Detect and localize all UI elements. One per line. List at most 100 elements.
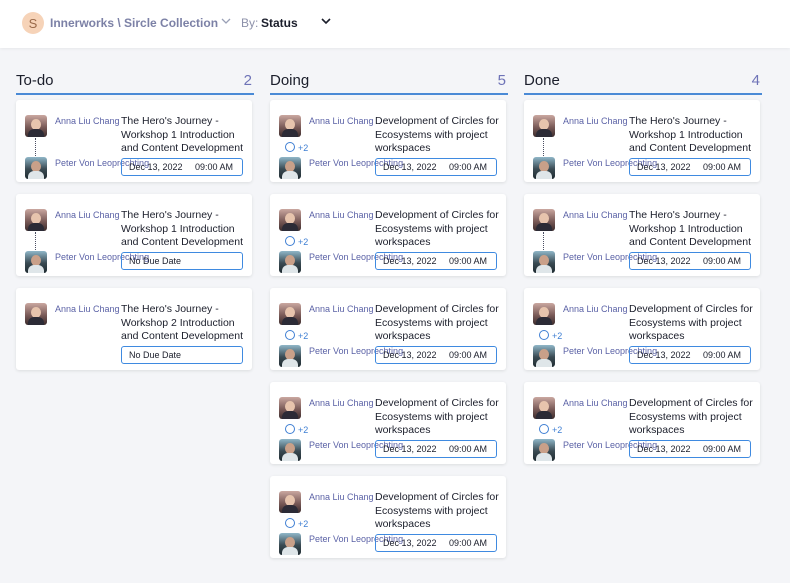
- due-date-field[interactable]: Dec 13, 2022 09:00 AM: [629, 346, 751, 364]
- task-title[interactable]: The Hero's Journey - Workshop 1 Introduc…: [629, 209, 757, 250]
- due-date: Dec 13, 2022: [383, 256, 437, 266]
- column-header: To-do 2: [16, 72, 254, 95]
- more-assignees-count[interactable]: +2: [298, 425, 308, 435]
- assignee-connector: [543, 138, 545, 156]
- task-card[interactable]: Anna Liu Chang +2 Peter Von Leoprechting…: [270, 382, 506, 464]
- more-assignees-icon[interactable]: [285, 142, 295, 152]
- task-card[interactable]: Anna Liu Chang Peter Von Leoprechting Th…: [16, 194, 252, 276]
- task-card[interactable]: Anna Liu Chang +2 Peter Von Leoprechting…: [270, 194, 506, 276]
- column-title: Doing: [270, 72, 310, 89]
- due-date-field[interactable]: Dec 13, 2022 09:00 AM: [375, 440, 497, 458]
- due-date-field[interactable]: No Due Date: [121, 252, 243, 270]
- group-by-select[interactable]: Status: [261, 16, 298, 30]
- task-title[interactable]: The Hero's Journey - Workshop 1 Introduc…: [121, 115, 249, 156]
- task-title[interactable]: Development of Circles for Ecosystems wi…: [375, 491, 503, 532]
- task-title[interactable]: Development of Circles for Ecosystems wi…: [629, 397, 757, 438]
- more-assignees-icon[interactable]: [539, 424, 549, 434]
- column-title: To-do: [16, 72, 54, 89]
- more-assignees-count[interactable]: +2: [552, 425, 562, 435]
- task-card[interactable]: Anna Liu Chang +2 Peter Von Leoprechting…: [270, 476, 506, 558]
- chevron-down-icon[interactable]: [320, 14, 332, 28]
- due-date: Dec 13, 2022: [637, 256, 691, 266]
- task-card[interactable]: Anna Liu Chang The Hero's Journey - Work…: [16, 288, 252, 370]
- assignee-connector: [35, 138, 37, 156]
- more-assignees-icon[interactable]: [285, 518, 295, 528]
- task-card[interactable]: Anna Liu Chang +2 Peter Von Leoprechting…: [524, 288, 760, 370]
- avatar: [25, 157, 47, 179]
- due-date: Dec 13, 2022: [637, 350, 691, 360]
- task-title[interactable]: Development of Circles for Ecosystems wi…: [375, 303, 503, 344]
- due-date: Dec 13, 2022: [129, 162, 183, 172]
- due-time: 09:00 AM: [448, 444, 487, 454]
- due-date-field[interactable]: Dec 13, 2022 09:00 AM: [121, 158, 243, 176]
- owner-name: Anna Liu Chang: [563, 304, 628, 314]
- task-title[interactable]: Development of Circles for Ecosystems wi…: [375, 397, 503, 438]
- more-assignees-icon[interactable]: [285, 330, 295, 340]
- due-date-field[interactable]: No Due Date: [121, 346, 243, 364]
- more-assignees-icon[interactable]: [539, 330, 549, 340]
- due-time: 09:00 AM: [702, 256, 741, 266]
- breadcrumb[interactable]: Innerworks \ Sircle Collection: [50, 16, 218, 30]
- owner-name: Anna Liu Chang: [563, 210, 628, 220]
- task-title[interactable]: The Hero's Journey - Workshop 2 Introduc…: [121, 303, 249, 344]
- due-date-field[interactable]: Dec 13, 2022 09:00 AM: [629, 440, 751, 458]
- due-time: 09:00 AM: [448, 538, 487, 548]
- due-date: Dec 13, 2022: [637, 444, 691, 454]
- more-assignees-count[interactable]: +2: [298, 237, 308, 247]
- column-count: 4: [751, 72, 760, 89]
- due-date-field[interactable]: Dec 13, 2022 09:00 AM: [375, 346, 497, 364]
- due-date-field[interactable]: Dec 13, 2022 09:00 AM: [375, 158, 497, 176]
- task-card[interactable]: Anna Liu Chang Peter Von Leoprechting Th…: [524, 194, 760, 276]
- avatar: [533, 439, 555, 461]
- task-card[interactable]: Anna Liu Chang +2 Peter Von Leoprechting…: [270, 288, 506, 370]
- due-date: Dec 13, 2022: [383, 538, 437, 548]
- column-doing: Doing 5 Anna Liu Chang +2 Peter Von Leop…: [270, 72, 508, 558]
- no-due-date: No Due Date: [129, 256, 182, 266]
- more-assignees-count[interactable]: +2: [552, 331, 562, 341]
- more-assignees-icon[interactable]: [285, 424, 295, 434]
- task-title[interactable]: The Hero's Journey - Workshop 1 Introduc…: [121, 209, 249, 250]
- avatar: [25, 303, 47, 325]
- column-header: Doing 5: [270, 72, 508, 95]
- avatar: [279, 115, 301, 137]
- due-date: Dec 13, 2022: [383, 350, 437, 360]
- avatar: [533, 345, 555, 367]
- avatar: [279, 345, 301, 367]
- task-card[interactable]: Anna Liu Chang Peter Von Leoprechting Th…: [16, 100, 252, 182]
- avatar: [25, 115, 47, 137]
- avatar: [279, 157, 301, 179]
- more-assignees-count[interactable]: +2: [298, 143, 308, 153]
- avatar: [25, 251, 47, 273]
- assignee-connector: [543, 232, 545, 250]
- due-date-field[interactable]: Dec 13, 2022 09:00 AM: [375, 534, 497, 552]
- task-title[interactable]: Development of Circles for Ecosystems wi…: [375, 115, 503, 156]
- avatar: [279, 491, 301, 513]
- task-card[interactable]: Anna Liu Chang +2 Peter Von Leoprechting…: [270, 100, 506, 182]
- more-assignees-count[interactable]: +2: [298, 519, 308, 529]
- due-date-field[interactable]: Dec 13, 2022 09:00 AM: [629, 158, 751, 176]
- no-due-date: No Due Date: [129, 350, 182, 360]
- owner-name: Anna Liu Chang: [309, 398, 374, 408]
- avatar: [279, 209, 301, 231]
- chevron-down-icon[interactable]: [220, 14, 232, 28]
- task-title[interactable]: Development of Circles for Ecosystems wi…: [629, 303, 757, 344]
- owner-name: Anna Liu Chang: [309, 210, 374, 220]
- due-date-field[interactable]: Dec 13, 2022 09:00 AM: [629, 252, 751, 270]
- collection-logo-icon[interactable]: S: [22, 12, 44, 34]
- task-title[interactable]: The Hero's Journey - Workshop 1 Introduc…: [629, 115, 757, 156]
- due-date: Dec 13, 2022: [383, 444, 437, 454]
- due-time: 09:00 AM: [448, 256, 487, 266]
- more-assignees-count[interactable]: +2: [298, 331, 308, 341]
- task-title[interactable]: Development of Circles for Ecosystems wi…: [375, 209, 503, 250]
- task-card[interactable]: Anna Liu Chang +2 Peter Von Leoprechting…: [524, 382, 760, 464]
- more-assignees-icon[interactable]: [285, 236, 295, 246]
- due-time: 09:00 AM: [448, 350, 487, 360]
- due-date: Dec 13, 2022: [383, 162, 437, 172]
- group-by-label: By:: [241, 16, 259, 30]
- due-date-field[interactable]: Dec 13, 2022 09:00 AM: [375, 252, 497, 270]
- avatar: [279, 251, 301, 273]
- task-card[interactable]: Anna Liu Chang Peter Von Leoprechting Th…: [524, 100, 760, 182]
- avatar: [533, 157, 555, 179]
- avatar: [279, 533, 301, 555]
- avatar: [533, 115, 555, 137]
